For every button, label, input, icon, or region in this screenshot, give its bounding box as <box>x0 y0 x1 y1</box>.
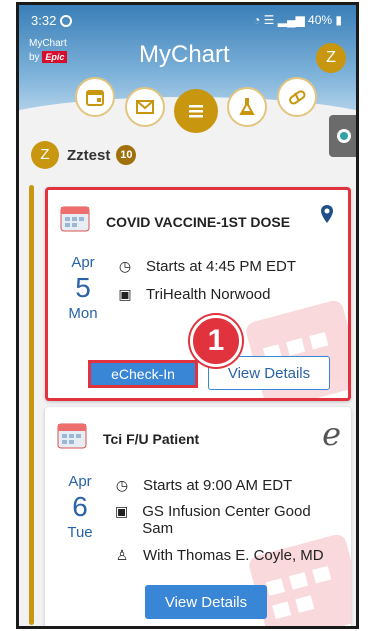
appointment-time: Starts at 4:45 PM EDT <box>146 258 297 275</box>
building-icon: ▣ <box>118 286 132 302</box>
pill-icon <box>289 90 306 105</box>
appointment-day: 5 <box>75 272 91 303</box>
building-icon: ▣ <box>115 503 129 519</box>
appointment-title: Tci F/U Patient <box>103 431 200 447</box>
appointment-card-covid[interactable]: COVID VACCINE-1ST DOSE Apr 5 Mon ◷ Start… <box>45 187 351 401</box>
active-patient-row[interactable]: Z Zztest 10 <box>31 140 137 170</box>
menu-nav-button[interactable] <box>174 89 218 133</box>
appointment-title: COVID VACCINE-1ST DOSE <box>106 214 291 230</box>
appointment-date: Apr 5 Mon <box>58 254 108 322</box>
appointment-location-row: ▣ TriHealth Norwood <box>118 286 271 303</box>
appointment-time-row: ◷ Starts at 9:00 AM EDT <box>115 477 292 494</box>
calendar-nav-button[interactable] <box>75 77 115 117</box>
mychart-epic-logo[interactable]: MyChart by Epic <box>29 38 68 63</box>
appointment-card-tci[interactable]: Tci F/U Patient e Apr 6 Tue ◷ Starts at … <box>45 407 351 626</box>
menu-icon <box>189 105 203 118</box>
logo-by-text: by <box>29 52 40 63</box>
status-circle-icon <box>60 15 73 27</box>
clock-icon: ◷ <box>118 258 132 274</box>
appointment-day: 6 <box>72 491 88 522</box>
assistant-icon <box>337 129 351 143</box>
medications-nav-button[interactable] <box>277 77 317 117</box>
messages-nav-button[interactable] <box>125 87 165 127</box>
appointment-month: Apr <box>71 254 95 271</box>
account-avatar[interactable]: Z <box>316 43 346 73</box>
appointment-time: Starts at 9:00 AM EDT <box>143 477 293 494</box>
clock-icon: ◷ <box>115 477 129 493</box>
appointment-weekday: Tue <box>67 524 93 541</box>
patient-name: Zztest <box>67 146 111 164</box>
view-details-button[interactable]: View Details <box>145 585 267 619</box>
appointment-location: TriHealth Norwood <box>146 286 271 303</box>
e-visit-icon: e <box>322 415 341 453</box>
signal-icon: ◔ ☰ ▂▄▆ <box>253 13 309 27</box>
battery-text: 40% <box>308 13 333 27</box>
lab-flask-icon <box>239 98 255 115</box>
notification-count-badge: 10 <box>116 145 137 165</box>
calendar-icon <box>86 90 104 106</box>
patient-avatar: Z <box>31 141 59 169</box>
timeline-rail <box>29 185 34 625</box>
test-results-nav-button[interactable] <box>227 87 267 127</box>
side-drawer-tab[interactable] <box>329 115 356 157</box>
battery-icon: ▮ <box>332 13 342 27</box>
status-bar: 3:32 ◔ ☰ ▂▄▆ 40% ▮ <box>31 13 348 31</box>
appointment-location-row: ▣ GS Infusion Center Good Sam <box>115 503 325 537</box>
appointment-time-row: ◷ Starts at 4:45 PM EDT <box>118 258 296 275</box>
appointment-provider: With Thomas E. Coyle, MD <box>143 547 324 564</box>
appointment-date: Apr 6 Tue <box>55 473 105 541</box>
mail-icon <box>136 100 154 114</box>
appointment-month: Apr <box>68 473 92 490</box>
status-battery: ◔ ☰ ▂▄▆ 40% ▮ <box>253 13 342 27</box>
echeck-in-button[interactable]: eCheck-In <box>88 360 198 388</box>
appointment-weekday: Mon <box>68 305 98 322</box>
step-number-badge: 1 <box>190 315 242 367</box>
brand-title: MyChart <box>139 41 230 68</box>
appointment-location: GS Infusion Center Good Sam <box>142 503 311 537</box>
location-pin-icon <box>321 205 333 223</box>
provider-person-icon: ♙ <box>115 547 129 563</box>
appointment-provider-row: ♙ With Thomas E. Coyle, MD <box>115 547 324 564</box>
status-time: 3:32 <box>31 13 73 28</box>
logo-mychart-text: MyChart <box>29 38 67 49</box>
appointment-calendar-icon <box>60 206 90 232</box>
logo-epic-text: Epic <box>42 51 68 63</box>
appointment-calendar-icon <box>57 423 87 449</box>
phone-frame: 3:32 ◔ ☰ ▂▄▆ 40% ▮ MyChart by Epic MyCha… <box>16 2 359 629</box>
status-time-text: 3:32 <box>31 13 57 28</box>
